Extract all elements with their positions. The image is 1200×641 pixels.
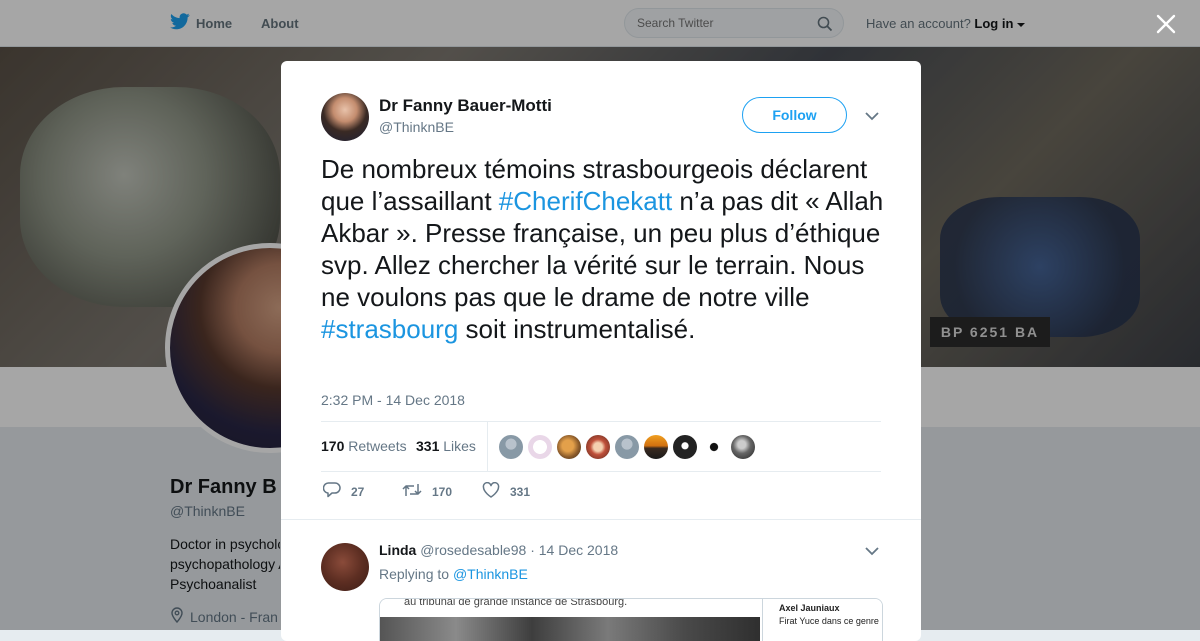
media-photo [380,617,760,641]
tweet-stats: 170 Retweets 331 Likes [321,421,881,472]
close-icon[interactable] [1154,12,1178,41]
chevron-down-icon[interactable] [865,543,879,561]
media-document-image: au tribunal de grande instance de Strasb… [380,599,760,641]
liker-avatar[interactable] [731,435,755,459]
liker-avatar[interactable] [615,435,639,459]
author-avatar[interactable] [321,93,369,141]
liker-avatars [499,435,755,459]
author-handle[interactable]: @ThinknBE [379,119,454,135]
retweets-count: 170 [321,438,345,454]
replying-to: Replying to @ThinknBE [379,566,528,582]
replying-handle-link[interactable]: @ThinknBE [453,566,528,582]
liker-avatar[interactable] [528,435,552,459]
reply-icon [322,482,341,501]
tweet-text-part: soit instrumentalisé. [458,314,696,344]
like-button[interactable]: 331 [482,481,531,501]
chevron-down-icon[interactable] [865,108,879,126]
retweet-button[interactable]: 170 [402,482,452,501]
reply-author-handle[interactable]: @rosedesable98 [420,542,526,558]
liker-avatar[interactable] [644,435,668,459]
retweets-stat[interactable]: 170 Retweets [321,438,407,454]
likes-count: 331 [416,438,440,454]
retweet-count: 170 [432,484,453,499]
hashtag-link[interactable]: #strasbourg [321,314,458,344]
reply-media[interactable]: au tribunal de grande instance de Strasb… [379,598,883,641]
likes-stat[interactable]: 331 Likes [416,438,476,454]
reply-date[interactable]: 14 Dec 2018 [539,542,618,558]
liker-avatar[interactable] [557,435,581,459]
retweet-icon [402,482,422,501]
reply-header: Linda @rosedesable98 · 14 Dec 2018 [379,542,618,558]
follow-button[interactable]: Follow [742,97,847,133]
tweet-text: De nombreux témoins strasbourgeois décla… [321,153,891,345]
likes-label: Likes [443,438,476,454]
replying-prefix: Replying to [379,566,450,582]
reply-button[interactable]: 27 [322,482,365,501]
reply-author-avatar[interactable] [321,543,369,591]
retweets-label: Retweets [348,438,407,454]
media-chat-image: Axel Jauniaux Firat Yuce dans ce genre [762,599,882,641]
like-count: 331 [510,484,531,499]
stats-divider [487,422,488,471]
liker-avatar[interactable] [586,435,610,459]
author-name[interactable]: Dr Fanny Bauer-Motti [379,96,552,116]
tweet-timestamp[interactable]: 2:32 PM - 14 Dec 2018 [321,392,465,408]
reply-count: 27 [351,484,365,499]
liker-avatar[interactable] [702,435,726,459]
hashtag-link[interactable]: #CherifChekatt [499,186,672,216]
reply-divider [281,519,921,520]
reply-author-name[interactable]: Linda [379,542,416,558]
media-document-text: au tribunal de grande instance de Strasb… [404,598,628,608]
heart-icon [482,481,500,501]
tweet-modal: Dr Fanny Bauer-Motti @ThinknBE Follow De… [281,61,921,641]
liker-avatar[interactable] [499,435,523,459]
media-chat-message: Firat Yuce dans ce genre [779,616,879,626]
liker-avatar[interactable] [673,435,697,459]
media-chat-name: Axel Jauniaux [779,603,840,613]
reply-separator: · [530,542,535,558]
